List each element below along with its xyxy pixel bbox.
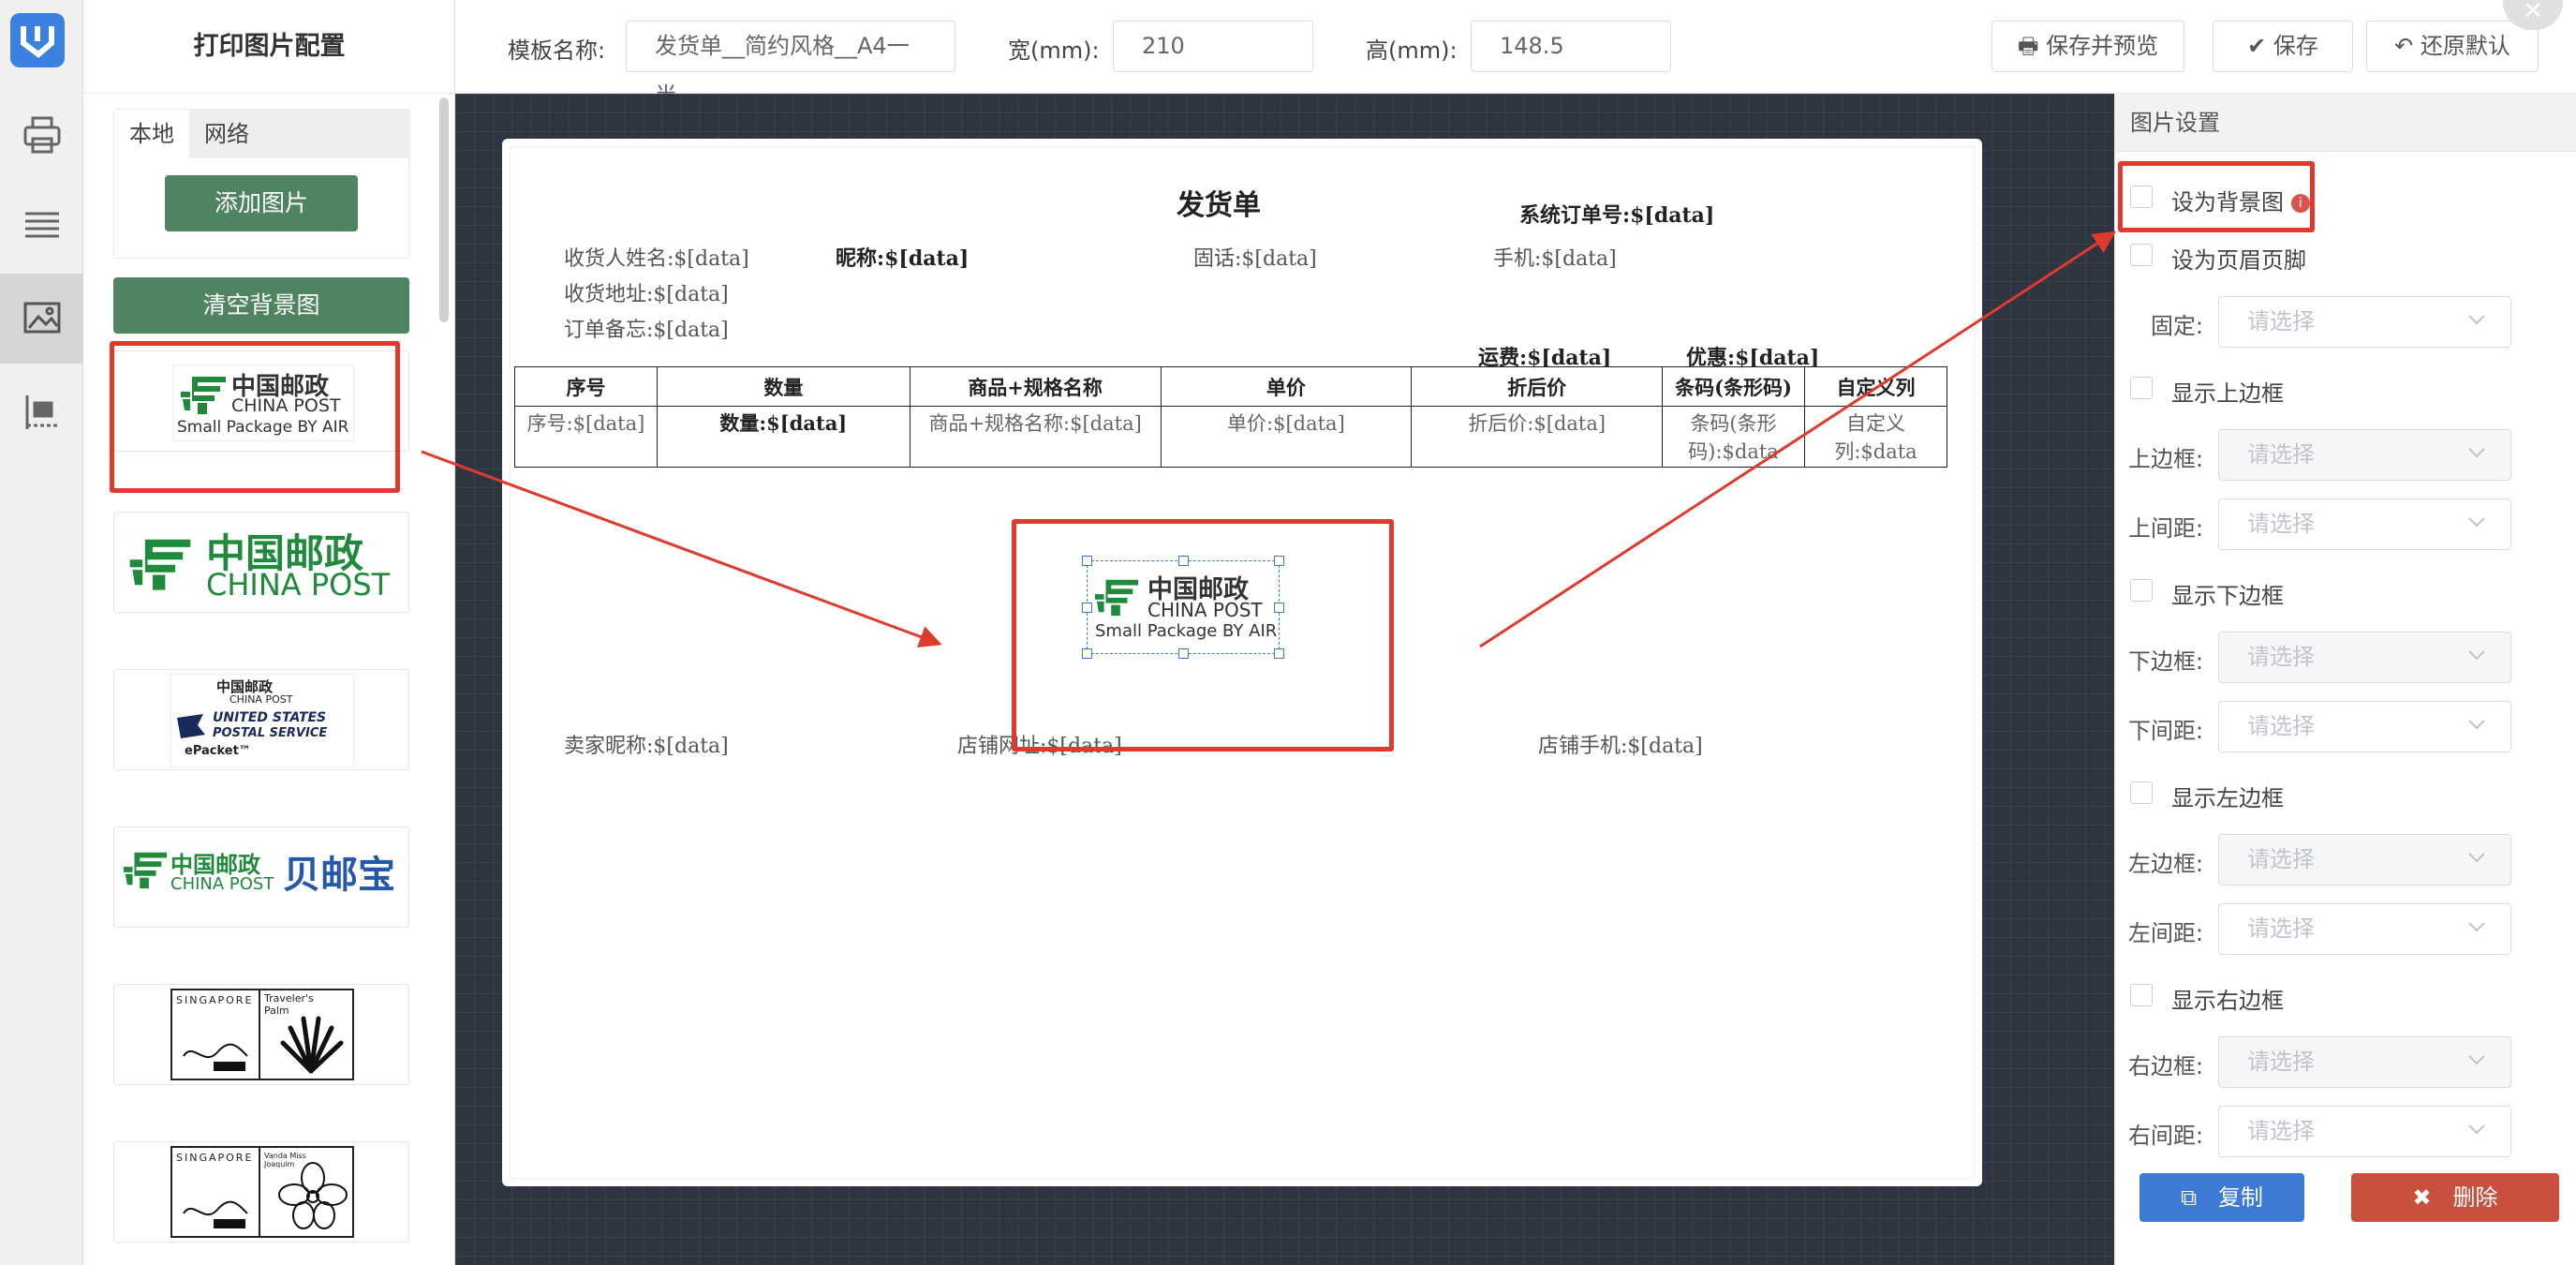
annotation-arrow bbox=[1479, 231, 2117, 648]
annotation-arrow bbox=[421, 450, 942, 647]
annotation-arrows bbox=[421, 231, 2117, 648]
